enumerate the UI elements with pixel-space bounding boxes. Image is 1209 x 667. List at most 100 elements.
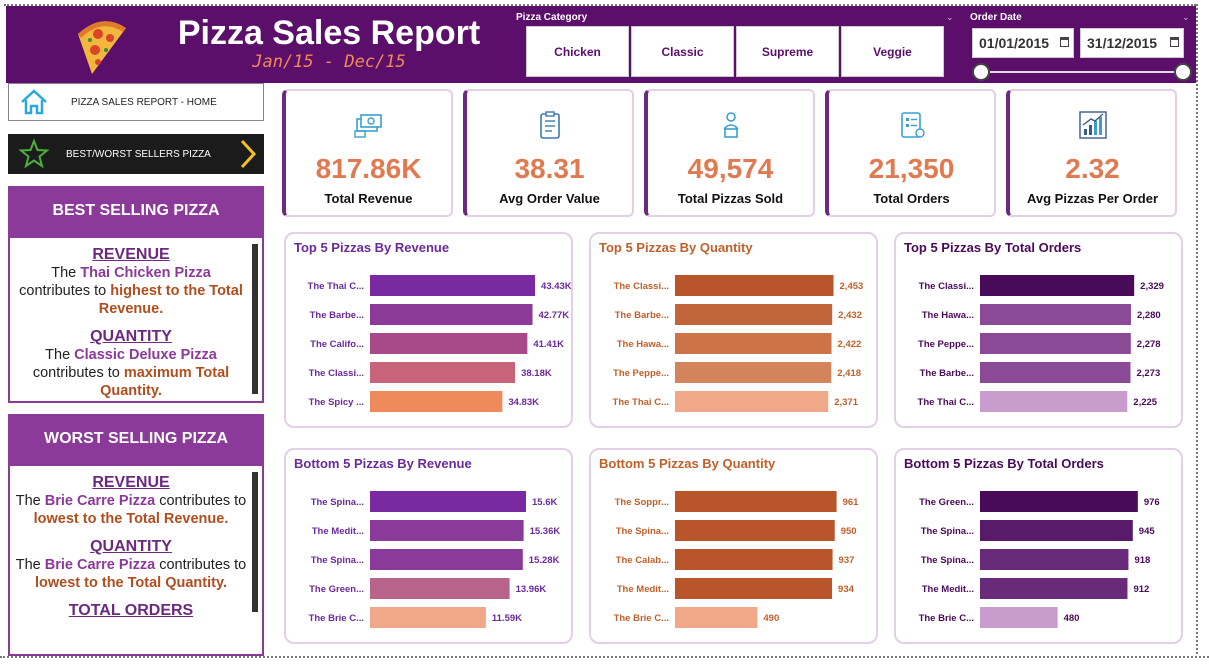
bar-category-label: The Medit... — [312, 526, 364, 537]
slider-start-handle[interactable] — [972, 63, 990, 81]
start-date-field[interactable]: 01/01/2015 — [972, 28, 1074, 58]
bar[interactable] — [980, 491, 1138, 512]
bar-category-label: The Green... — [309, 584, 364, 595]
bar-category-label: The Soppr... — [615, 497, 669, 508]
money-icon — [353, 114, 382, 138]
best-selling-panel: REVENUE The Thai Chicken Pizza contribut… — [8, 236, 264, 403]
category-classic-button[interactable]: Classic — [631, 26, 734, 77]
bar[interactable] — [370, 607, 486, 628]
frame-right-border — [1196, 4, 1198, 654]
best-quantity-text: The Classic Deluxe Pizza contributes to … — [14, 346, 248, 400]
nav-best-worst-label: BEST/WORST SELLERS PIZZA — [66, 148, 211, 160]
bar[interactable] — [980, 549, 1129, 570]
bar-category-label: The Spicy ... — [309, 397, 364, 408]
kpi-avg-order-value: 38.31 Avg Order Value — [463, 89, 634, 217]
chevron-down-icon[interactable]: ⌄ — [1182, 12, 1190, 23]
bar[interactable] — [675, 333, 832, 354]
bar[interactable] — [675, 549, 833, 570]
worst-quantity-text: The Brie Carre Pizza contributes to lowe… — [14, 556, 248, 592]
nav-home-button[interactable]: PIZZA SALES REPORT - HOME — [8, 83, 264, 121]
bar[interactable] — [370, 391, 503, 412]
best-revenue-t2: contributes to — [19, 283, 111, 299]
chevron-down-icon[interactable]: ⌄ — [946, 12, 954, 23]
bar[interactable] — [370, 362, 516, 383]
date-range-slider[interactable] — [982, 71, 1184, 73]
bar-chart-svg: The Soppr... 961 The Spina... 950 The Calab.… — [614, 491, 859, 628]
bar[interactable] — [370, 491, 526, 512]
bar-category-label: The Spina... — [921, 555, 974, 566]
dashboard-page: Pizza Sales Report Jan/15 - Dec/15 Pizza… — [0, 0, 1209, 667]
report-subtitle: Jan/15 - Dec/15 — [252, 52, 406, 72]
bar-data-label: 13.96K — [516, 584, 547, 595]
bar-category-label: The Spina... — [311, 497, 364, 508]
category-chicken-button[interactable]: Chicken — [526, 26, 629, 77]
bar-data-label: 41.41K — [533, 339, 564, 350]
bar[interactable] — [980, 275, 1135, 296]
bar[interactable] — [370, 520, 524, 541]
bar-data-label: 34.83K — [508, 397, 539, 408]
order-list-icon — [900, 112, 925, 138]
order-date-label: Order Date — [970, 12, 1022, 23]
bar[interactable] — [980, 578, 1128, 599]
bar-data-label: 38.18K — [521, 368, 552, 379]
bar[interactable] — [675, 304, 833, 325]
bar-category-label: The Califo... — [310, 339, 364, 350]
bar-category-label: The Thai C... — [918, 397, 974, 408]
chart-bottom5-revenue: Bottom 5 Pizzas By Revenue The Spina... 15… — [284, 448, 573, 644]
bar[interactable] — [675, 607, 758, 628]
bar[interactable] — [980, 391, 1128, 412]
chevron-right-icon — [240, 139, 257, 169]
frame-bottom-border — [0, 656, 1209, 658]
bar-data-label: 2,280 — [1137, 310, 1161, 321]
worst-selling-content: REVENUE The Brie Carre Pizza contributes… — [10, 466, 262, 620]
bar[interactable] — [675, 275, 834, 296]
calendar-icon[interactable] — [1170, 37, 1179, 47]
bar-chart-svg: The Spina... 15.6K The Medit... 15.36K The S… — [309, 491, 560, 628]
best-revenue-highlight: highest to the Total Revenue. — [98, 283, 243, 317]
bar-category-label: The Classi... — [309, 368, 364, 379]
bar[interactable] — [370, 333, 528, 354]
category-supreme-button[interactable]: Supreme — [736, 26, 839, 77]
worst-panel-scrollbar[interactable] — [252, 472, 258, 612]
bar[interactable] — [675, 520, 835, 541]
bar[interactable] — [370, 578, 510, 599]
bar-category-label: The Thai C... — [308, 281, 364, 292]
bar[interactable] — [980, 333, 1131, 354]
bar-category-label: The Medit... — [617, 584, 669, 595]
bar[interactable] — [980, 362, 1131, 383]
bar[interactable] — [370, 549, 523, 570]
bar[interactable] — [675, 362, 832, 383]
chart-top5-quantity: Top 5 Pizzas By Quantity The Classi... 2,4… — [589, 232, 878, 428]
bar-data-label: 480 — [1064, 613, 1080, 624]
bar[interactable] — [675, 578, 833, 599]
worst-quantity-highlight: lowest to the Total Quantity. — [35, 575, 227, 591]
calendar-icon[interactable] — [1060, 37, 1069, 47]
worst-selling-heading: WORST SELLING PIZZA — [8, 414, 264, 464]
best-quantity-t1: The — [45, 347, 75, 363]
category-veggie-button[interactable]: Veggie — [841, 26, 944, 77]
bar-data-label: 2,278 — [1137, 339, 1161, 350]
best-panel-scrollbar[interactable] — [252, 244, 258, 394]
best-quantity-pizza: Classic Deluxe Pizza — [74, 347, 217, 363]
bar[interactable] — [980, 520, 1133, 541]
slider-end-handle[interactable] — [1174, 63, 1192, 81]
bar-category-label: The Peppe... — [613, 368, 669, 379]
bar[interactable] — [980, 607, 1058, 628]
bar-data-label: 912 — [1133, 584, 1149, 595]
bar[interactable] — [675, 391, 829, 412]
nav-best-worst-button[interactable]: BEST/WORST SELLERS PIZZA — [8, 134, 264, 174]
bar-chart-svg: The Green... 976 The Spina... 945 The Spina.… — [919, 491, 1160, 628]
bar[interactable] — [370, 275, 536, 296]
bar[interactable] — [370, 304, 533, 325]
kpi-total-orders: 21,350 Total Orders — [825, 89, 996, 217]
best-quantity-t2: contributes to — [32, 365, 124, 381]
end-date-field[interactable]: 31/12/2015 — [1080, 28, 1184, 58]
bar-category-label: The Thai C... — [613, 397, 669, 408]
bar[interactable] — [980, 304, 1131, 325]
bar-data-label: 2,273 — [1136, 368, 1160, 379]
best-revenue-t1: The — [51, 265, 81, 281]
bar[interactable] — [675, 491, 837, 512]
bar-chart-svg: The Classi... 2,453 The Barbe... 2,432 The H… — [613, 275, 863, 412]
bar-category-label: The Green... — [919, 497, 974, 508]
best-revenue-keyword: REVENUE — [92, 246, 170, 263]
